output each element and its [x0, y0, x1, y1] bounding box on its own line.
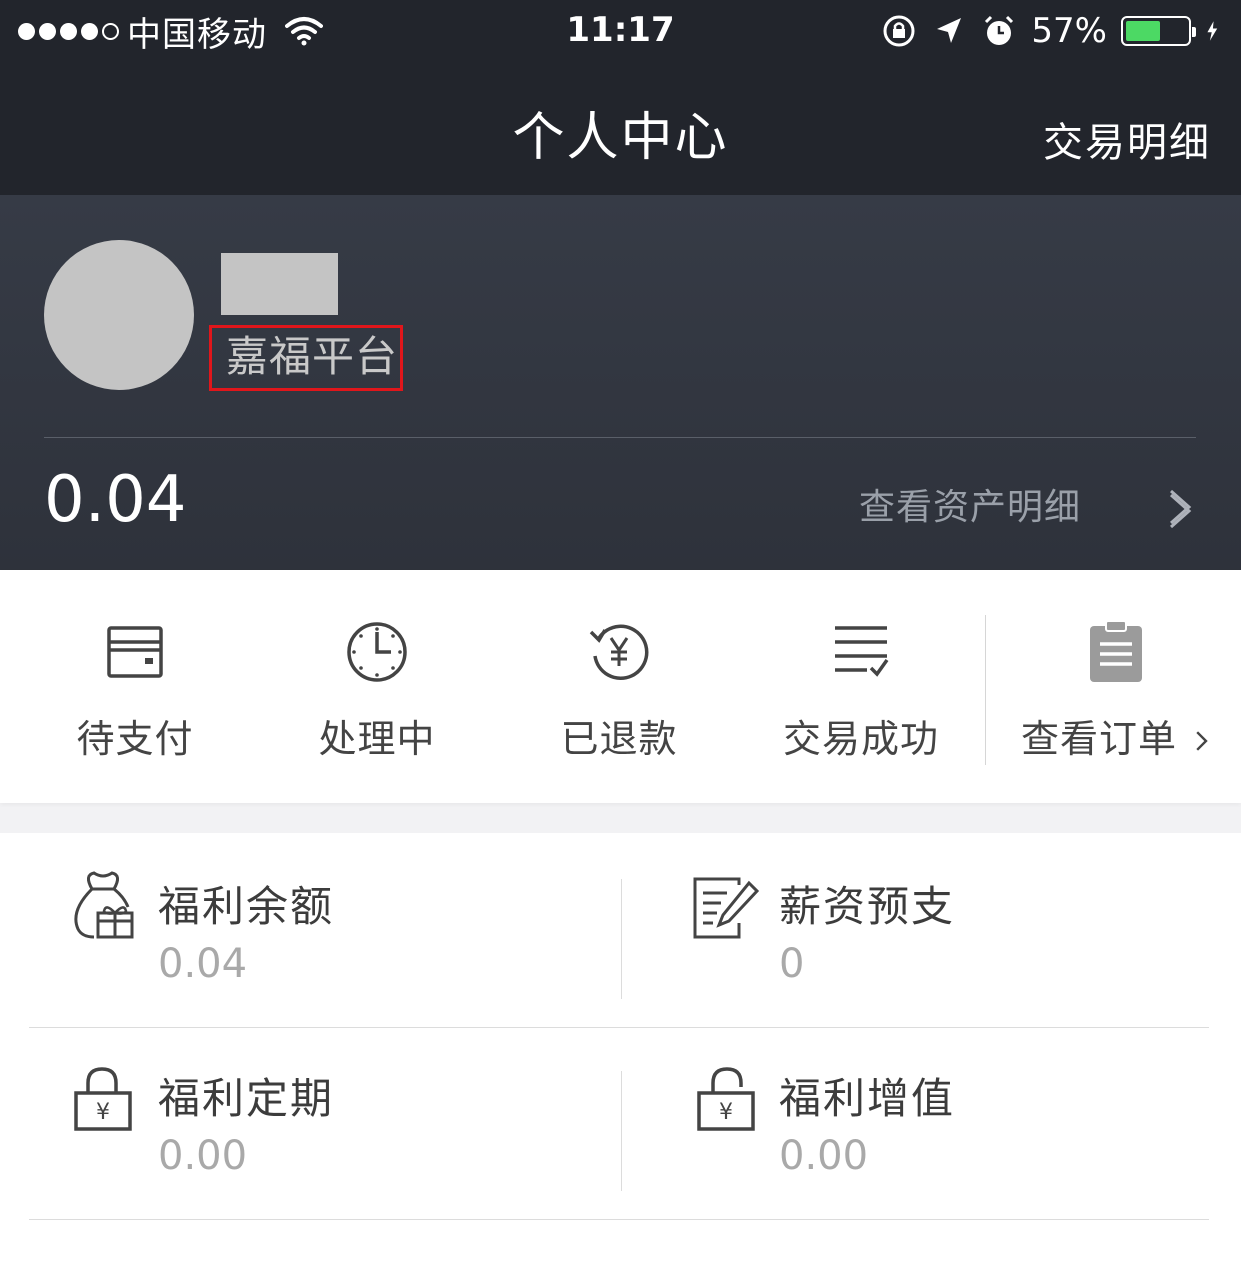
refund-icon — [589, 624, 649, 681]
svg-text:¥: ¥ — [719, 1100, 733, 1125]
order-label: 处理中 — [318, 717, 436, 761]
asset-label: 福利余额 — [158, 882, 335, 931]
row-divider — [29, 1219, 1209, 1220]
status-bar: 中国移动 11:17 57% — [0, 0, 1241, 62]
wallet-icon — [107, 626, 163, 678]
orientation-lock-icon — [883, 15, 915, 47]
money-bag-icon — [74, 871, 134, 939]
svg-text:¥: ¥ — [96, 1100, 110, 1125]
asset-value: 0.00 — [158, 1133, 248, 1179]
locked-yuan-icon: ¥ — [74, 1067, 132, 1131]
asset-label: 薪资预支 — [779, 882, 956, 931]
view-orders-button[interactable]: 查看订单 — [990, 570, 1241, 803]
asset-welfare-appreciation[interactable]: ¥ 福利增值 0.00 — [621, 1029, 1221, 1221]
alarm-icon — [985, 15, 1014, 45]
order-label: 待支付 — [76, 717, 194, 761]
account-balance: 0.04 — [44, 463, 187, 537]
order-success[interactable]: 交易成功 — [740, 570, 982, 803]
asset-label: 福利增值 — [779, 1074, 956, 1123]
edit-document-icon — [693, 877, 760, 939]
battery-percent: 57% — [1031, 11, 1107, 51]
view-orders-label-row: 查看订单 — [990, 708, 1241, 763]
battery-fill — [1126, 21, 1161, 41]
order-divider — [985, 615, 986, 765]
asset-grid: 福利余额 0.04 薪资预支 0 ¥ 福利定期 0.00 ¥ 福利增值 0.00 — [0, 833, 1241, 1281]
order-pending-payment[interactable]: 待支付 — [14, 570, 256, 803]
top-header: 中国移动 11:17 57% 个人中心 交易明细 — [0, 0, 1241, 195]
asset-welfare-fixed-term[interactable]: ¥ 福利定期 0.00 — [0, 1029, 600, 1221]
order-status-bar: 待支付 处理中 已退款 交易成功 查看订单 — [0, 570, 1241, 803]
avatar[interactable] — [44, 240, 194, 390]
chevron-right-icon[interactable] — [1165, 487, 1197, 527]
order-refunded[interactable]: 已退款 — [498, 570, 740, 803]
order-processing[interactable]: 处理中 — [256, 570, 498, 803]
asset-detail-link[interactable]: 查看资产明细 — [859, 478, 1081, 530]
profile-card[interactable]: 嘉福平台 0.04 查看资产明细 — [0, 195, 1241, 570]
asset-welfare-balance[interactable]: 福利余额 0.04 — [0, 833, 600, 1025]
battery-tip — [1192, 27, 1196, 37]
asset-salary-advance[interactable]: 薪资预支 0 — [621, 833, 1221, 1025]
row-divider — [29, 1027, 1209, 1028]
battery-icon — [1121, 16, 1196, 46]
asset-label: 福利定期 — [158, 1074, 335, 1123]
clipboard-icon — [1089, 620, 1142, 682]
asset-value: 0 — [779, 941, 805, 987]
location-icon — [937, 18, 962, 43]
status-right: 57% — [881, 8, 1227, 54]
order-label: 交易成功 — [782, 717, 939, 761]
asset-value: 0.04 — [158, 941, 248, 987]
view-orders-label: 查看订单 — [1020, 717, 1177, 761]
asset-value: 0.00 — [779, 1133, 869, 1179]
transaction-detail-link[interactable]: 交易明细 — [1043, 110, 1211, 168]
clock-icon — [347, 622, 407, 682]
chevron-right-icon — [1196, 731, 1208, 751]
user-name-redacted — [221, 253, 338, 315]
list-check-icon — [835, 626, 889, 677]
unlocked-yuan-icon: ¥ — [697, 1067, 755, 1131]
organization-label: 嘉福平台 — [209, 325, 403, 391]
charging-icon — [1207, 21, 1218, 41]
order-label: 已退款 — [560, 717, 678, 761]
profile-divider — [44, 437, 1196, 438]
